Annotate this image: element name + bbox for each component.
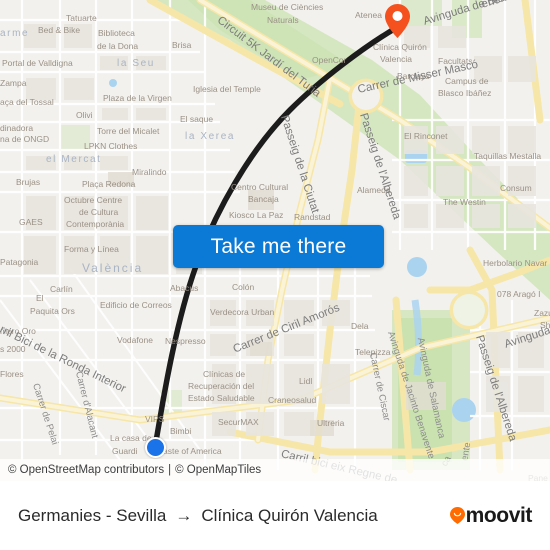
arrow-right-icon: → bbox=[175, 505, 193, 525]
moovit-route-card: Tatuarte Bed & Bike Biblioteca de la Dona Br… bbox=[0, 0, 550, 550]
route-footer: Germanies - Sevilla → Clínica Quirón Val… bbox=[0, 481, 550, 550]
take-me-there-label: Take me there bbox=[210, 234, 347, 258]
route-destination-label: Clínica Quirón Valencia bbox=[201, 505, 378, 525]
moovit-wordmark: moovit bbox=[465, 503, 533, 527]
origin-marker-dot[interactable] bbox=[145, 437, 166, 458]
pin-icon bbox=[385, 4, 410, 38]
route-summary: Germanies - Sevilla → Clínica Quirón Val… bbox=[18, 506, 450, 526]
take-me-there-button[interactable]: Take me there bbox=[173, 225, 384, 268]
map-attribution: © OpenStreetMap contributors | © OpenMap… bbox=[0, 459, 550, 481]
map-canvas[interactable]: Tatuarte Bed & Bike Biblioteca de la Dona Br… bbox=[0, 0, 550, 481]
attribution-osm[interactable]: © OpenStreetMap contributors bbox=[8, 464, 164, 476]
attribution-separator: | bbox=[168, 464, 172, 476]
route-origin-label: Germanies - Sevilla bbox=[18, 505, 167, 525]
destination-marker-pin[interactable] bbox=[385, 4, 410, 38]
moovit-pin-icon bbox=[449, 507, 465, 524]
attribution-openmaptiles[interactable]: © OpenMapTiles bbox=[175, 464, 261, 476]
moovit-logo[interactable]: moovit bbox=[449, 503, 533, 528]
